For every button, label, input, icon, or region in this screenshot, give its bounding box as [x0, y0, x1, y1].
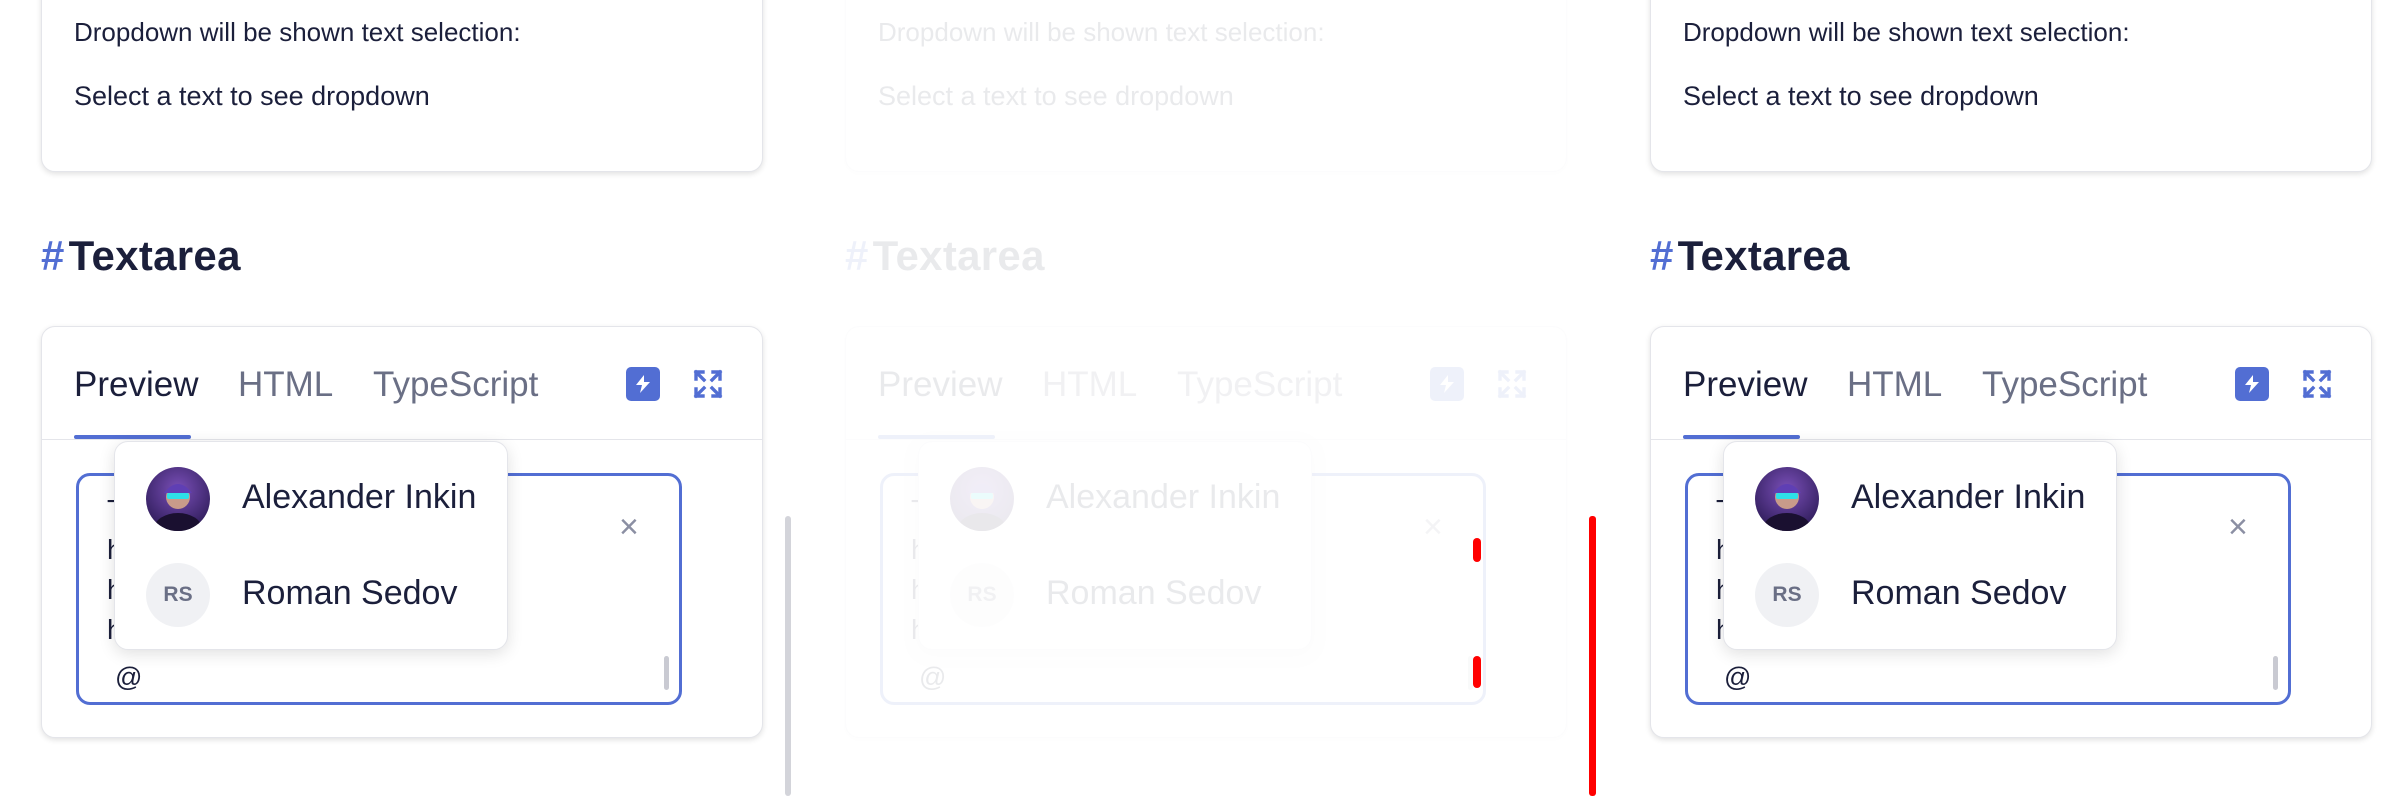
- anchor-hash-link[interactable]: #: [1650, 232, 1674, 279]
- stackblitz-button[interactable]: [1430, 367, 1464, 401]
- scrollbar-left[interactable]: [785, 516, 791, 796]
- tab-html[interactable]: HTML: [1042, 365, 1137, 405]
- dropdown-hint-instruction: Select a text to see dropdown: [878, 81, 1234, 111]
- diff-marker-top: [1473, 538, 1481, 562]
- lightning-bolt-icon: [2245, 375, 2259, 393]
- mention-option-alexander-inkin[interactable]: Alexander Inkin: [1724, 442, 2116, 538]
- textarea-scrollbar[interactable]: [2273, 656, 2278, 690]
- stackblitz-button[interactable]: [2235, 367, 2269, 401]
- mention-trigger: @: [919, 662, 947, 692]
- dropdown-hint-instruction: Select a text to see dropdown: [74, 81, 430, 111]
- example-tabs: Preview HTML TypeScript: [846, 327, 1566, 440]
- mention-name: Alexander Inkin: [1046, 478, 1281, 516]
- demo-panel-right: Dropdown will be shown text selection: S…: [1609, 0, 2400, 800]
- close-icon[interactable]: ×: [2228, 510, 2248, 544]
- section-heading: #Textarea: [41, 232, 241, 280]
- avatar: RS: [1755, 563, 1819, 627]
- lightning-bolt-icon: [636, 375, 650, 393]
- tab-typescript[interactable]: TypeScript: [1177, 365, 1342, 405]
- tab-preview[interactable]: Preview: [878, 365, 1002, 405]
- anchor-hash-link[interactable]: #: [845, 232, 869, 279]
- dropdown-hint-title: Dropdown will be shown text selection:: [1683, 17, 2130, 47]
- tab-html[interactable]: HTML: [238, 365, 333, 405]
- stackblitz-button[interactable]: [626, 367, 660, 401]
- mention-option-roman-sedov[interactable]: RS Roman Sedov: [919, 538, 1311, 634]
- example-tabs: Preview HTML TypeScript: [1651, 327, 2371, 440]
- dropdown-hint-title: Dropdown will be shown text selection:: [74, 17, 521, 47]
- mention-name: Roman Sedov: [1046, 574, 1262, 612]
- textarea-scrollbar[interactable]: [664, 656, 669, 690]
- dropdown-hint-card: Dropdown will be shown text selection: S…: [41, 0, 763, 172]
- section-heading: #Textarea: [1650, 232, 1850, 280]
- mention-name: Alexander Inkin: [242, 478, 477, 516]
- active-tab-underline: [74, 435, 191, 439]
- mention-trigger: @: [115, 662, 143, 692]
- section-title: Textarea: [68, 232, 241, 279]
- diff-marker-bottom: [1473, 656, 1481, 688]
- avatar: [146, 467, 210, 531]
- section-heading: #Textarea: [845, 232, 1045, 280]
- mention-trigger: @: [1724, 662, 1752, 692]
- mention-option-alexander-inkin[interactable]: Alexander Inkin: [919, 442, 1311, 538]
- demo-panel-middle-faded: Dropdown will be shown text selection: S…: [804, 0, 1612, 800]
- fullscreen-button[interactable]: [1495, 367, 1529, 401]
- tab-preview[interactable]: Preview: [74, 365, 198, 405]
- fullscreen-button[interactable]: [691, 367, 725, 401]
- mention-dropdown: Alexander Inkin RS Roman Sedov: [918, 441, 1312, 650]
- avatar: RS: [950, 563, 1014, 627]
- avatar: RS: [146, 563, 210, 627]
- example-tabs: Preview HTML TypeScript: [42, 327, 762, 440]
- section-title: Textarea: [872, 232, 1045, 279]
- expand-icon: [1497, 369, 1527, 399]
- example-card: Preview HTML TypeScript @ × Alexander In…: [1650, 326, 2372, 738]
- anchor-hash-link[interactable]: #: [41, 232, 65, 279]
- demo-panel-left: Dropdown will be shown text selection: S…: [0, 0, 808, 800]
- avatar: [1755, 467, 1819, 531]
- tab-preview[interactable]: Preview: [1683, 365, 1807, 405]
- close-icon[interactable]: ×: [1423, 510, 1443, 544]
- mention-option-roman-sedov[interactable]: RS Roman Sedov: [1724, 538, 2116, 634]
- dropdown-hint-title: Dropdown will be shown text selection:: [878, 17, 1325, 47]
- mention-name: Roman Sedov: [1851, 574, 2067, 612]
- expand-icon: [693, 369, 723, 399]
- mention-dropdown: Alexander Inkin RS Roman Sedov: [114, 441, 508, 650]
- section-title: Textarea: [1677, 232, 1850, 279]
- tab-typescript[interactable]: TypeScript: [1982, 365, 2147, 405]
- mention-option-roman-sedov[interactable]: RS Roman Sedov: [115, 538, 507, 634]
- dropdown-hint-instruction: Select a text to see dropdown: [1683, 81, 2039, 111]
- mention-name: Alexander Inkin: [1851, 478, 2086, 516]
- tab-typescript[interactable]: TypeScript: [373, 365, 538, 405]
- dropdown-hint-card: Dropdown will be shown text selection: S…: [845, 0, 1567, 172]
- mention-name: Roman Sedov: [242, 574, 458, 612]
- tab-html[interactable]: HTML: [1847, 365, 1942, 405]
- mention-dropdown: Alexander Inkin RS Roman Sedov: [1723, 441, 2117, 650]
- dropdown-hint-card: Dropdown will be shown text selection: S…: [1650, 0, 2372, 172]
- fullscreen-button[interactable]: [2300, 367, 2334, 401]
- example-card: Preview HTML TypeScript @ × Alexander In…: [41, 326, 763, 738]
- active-tab-underline: [878, 435, 995, 439]
- scrollbar-right-highlight[interactable]: [1589, 516, 1596, 796]
- active-tab-underline: [1683, 435, 1800, 439]
- lightning-bolt-icon: [1440, 375, 1454, 393]
- close-icon[interactable]: ×: [619, 510, 639, 544]
- avatar: [950, 467, 1014, 531]
- example-card: Preview HTML TypeScript @ × Alexander In…: [845, 326, 1567, 738]
- mention-option-alexander-inkin[interactable]: Alexander Inkin: [115, 442, 507, 538]
- expand-icon: [2302, 369, 2332, 399]
